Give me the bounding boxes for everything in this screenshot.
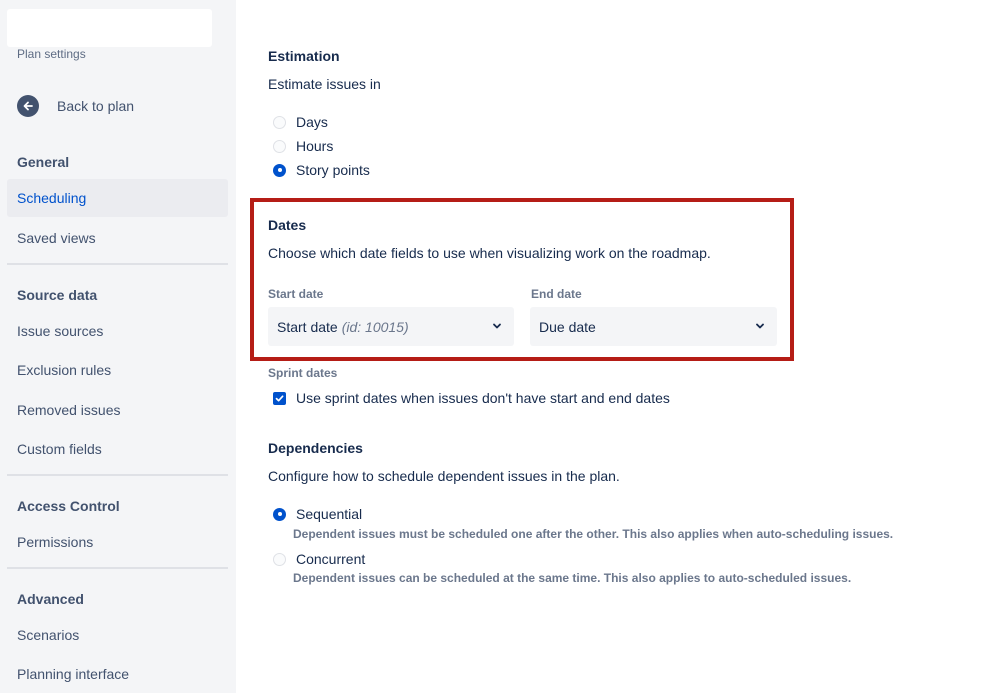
sidebar-item-removed-issues[interactable]: Removed issues [7,391,228,429]
sprint-dates-label: Sprint dates [268,366,338,380]
sidebar-section-access-control: Access Control [17,498,120,514]
estimation-option-days[interactable]: Days [273,112,328,132]
sidebar-section-general: General [17,154,70,170]
sequential-description: Dependent issues must be scheduled one a… [293,527,894,541]
radio-label: Story points [296,162,370,178]
radio-unchecked-icon [273,139,286,153]
radio-label: Hours [296,138,334,154]
sprint-dates-checkbox[interactable]: Use sprint dates when issues don't have … [273,388,670,408]
sidebar: Plan settings Back to plan General Sched… [0,0,236,693]
radio-checked-icon [273,507,286,521]
estimation-option-story-points[interactable]: Story points [273,160,370,180]
sidebar-item-scheduling[interactable]: Scheduling [7,179,228,217]
arrow-left-icon [17,95,39,117]
sidebar-divider [7,474,228,476]
concurrent-description: Dependent issues can be scheduled at the… [293,571,852,585]
sidebar-item-exclusion-rules[interactable]: Exclusion rules [7,351,228,389]
sidebar-divider [7,263,228,265]
radio-unchecked-icon [273,115,286,129]
sidebar-item-issue-sources[interactable]: Issue sources [7,312,228,350]
dependencies-option-sequential[interactable]: Sequential [273,504,362,524]
estimation-subtitle: Estimate issues in [268,76,381,92]
dependencies-description: Configure how to schedule dependent issu… [268,468,620,484]
back-to-plan-label: Back to plan [57,98,135,114]
radio-label: Concurrent [296,551,366,567]
sidebar-item-scenarios[interactable]: Scenarios [7,616,228,654]
dependencies-title: Dependencies [268,440,363,456]
sprint-dates-checkbox-label: Use sprint dates when issues don't have … [296,390,670,406]
sidebar-item-permissions[interactable]: Permissions [7,523,228,561]
radio-unchecked-icon [273,552,286,566]
radio-label: Sequential [296,506,363,522]
estimation-option-hours[interactable]: Hours [273,136,333,156]
checkbox-checked-icon [273,391,286,405]
sidebar-divider [7,567,228,569]
dates-highlight-box [250,198,794,361]
radio-checked-icon [273,163,286,177]
plan-logo-placeholder [7,9,212,47]
sidebar-item-saved-views[interactable]: Saved views [7,219,228,257]
radio-label: Days [296,114,328,130]
sidebar-section-source-data: Source data [17,287,98,303]
sidebar-item-custom-fields[interactable]: Custom fields [7,430,228,468]
sidebar-item-planning-interface[interactable]: Planning interface [7,655,228,693]
dependencies-option-concurrent[interactable]: Concurrent [273,549,365,569]
back-to-plan-link[interactable]: Back to plan [17,94,134,118]
sidebar-section-advanced: Advanced [17,591,84,607]
estimation-title: Estimation [268,48,340,64]
sidebar-header: Plan settings [17,47,86,61]
